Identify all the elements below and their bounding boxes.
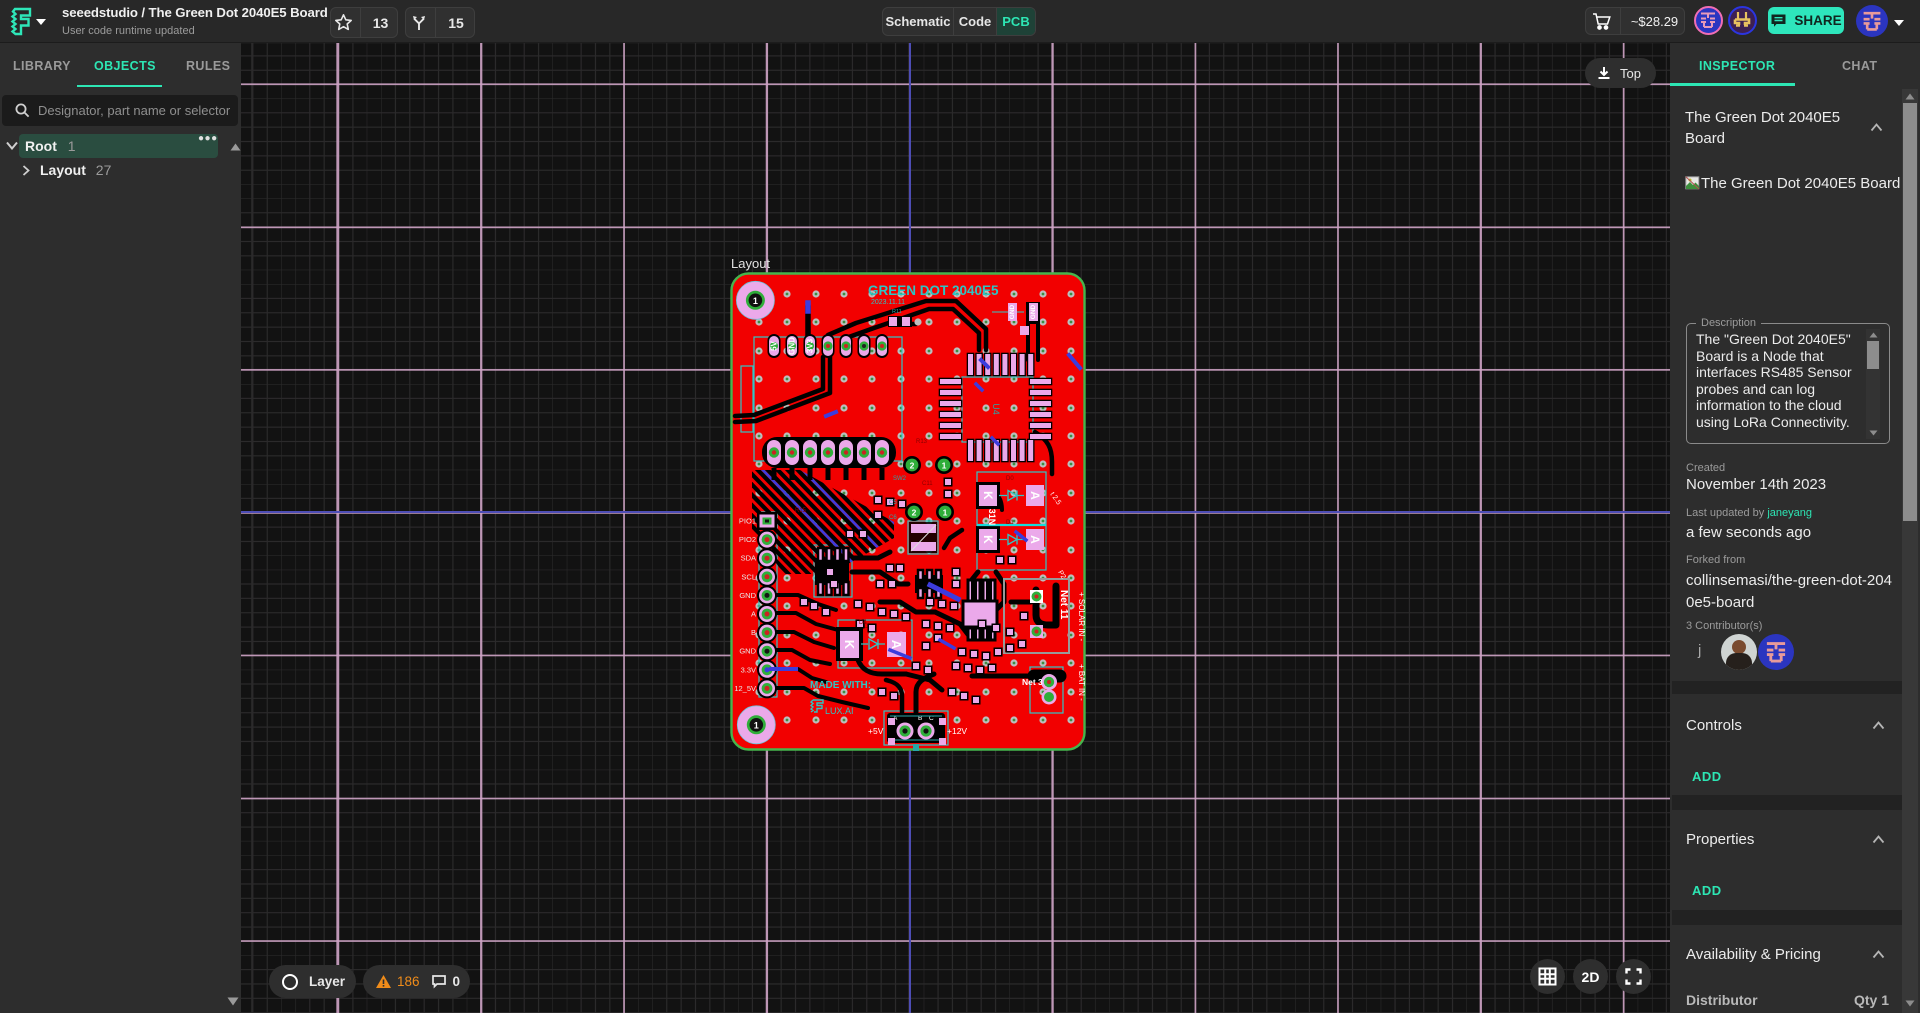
svg-text:+ SOLAR IN -: + SOLAR IN - [1077, 592, 1086, 641]
svg-text:D4: D4 [859, 620, 867, 626]
svg-text:SW2: SW2 [893, 476, 907, 482]
svg-text:Net 3: Net 3 [1022, 677, 1043, 687]
svg-text:R15: R15 [795, 508, 807, 514]
svg-text:GREEN DOT 2040E5: GREEN DOT 2040E5 [868, 283, 999, 298]
svg-text:K: K [981, 535, 995, 544]
svg-text:GND: GND [739, 591, 756, 600]
svg-text:PIO1: PIO1 [739, 517, 756, 526]
svg-text:R13: R13 [916, 439, 928, 445]
svg-text:1: 1 [943, 508, 948, 518]
svg-text:1: 1 [754, 720, 759, 730]
svg-text:SDA: SDA [741, 554, 756, 563]
svg-text:D0: D0 [1006, 476, 1014, 482]
svg-text:C11: C11 [922, 481, 933, 487]
svg-text:SCL: SCL [741, 572, 756, 581]
svg-text:C6: C6 [889, 515, 897, 521]
svg-text:2023.11.11: 2023.11.11 [871, 299, 905, 306]
svg-text:2: 2 [912, 508, 917, 518]
svg-text:K: K [842, 640, 857, 650]
svg-text:3.3V: 3.3V [741, 665, 756, 674]
svg-text:A: A [751, 610, 756, 619]
svg-text:+5V: +5V [868, 726, 884, 736]
svg-text:B: B [751, 628, 756, 637]
svg-text:5V: 5V [770, 340, 779, 350]
svg-text:D1: D1 [1006, 520, 1014, 526]
svg-text:K: K [981, 491, 995, 500]
svg-text:1: 1 [942, 461, 947, 471]
svg-text:GND: GND [739, 647, 756, 656]
svg-text:GND: GND [1009, 304, 1016, 319]
svg-text:3V3: 3V3 [806, 338, 815, 353]
svg-text:A: A [1028, 491, 1042, 500]
svg-text:PIO2: PIO2 [739, 535, 756, 544]
svg-text:MADE WITH:: MADE WITH: [810, 680, 871, 691]
svg-text:GND: GND [1030, 304, 1037, 319]
svg-text:31N: 31N [987, 509, 997, 526]
svg-text:R11: R11 [892, 309, 902, 315]
svg-text:+12V: +12V [947, 726, 967, 736]
svg-text:+ BAT IN -: + BAT IN - [1077, 664, 1086, 701]
svg-text:A: A [1028, 535, 1042, 544]
svg-text:12_5V: 12_5V [734, 684, 756, 693]
svg-text:GND: GND [788, 337, 797, 355]
svg-text:1: 1 [753, 296, 758, 306]
svg-text:U4: U4 [991, 403, 1001, 415]
svg-text:Net 11: Net 11 [1058, 590, 1069, 620]
svg-text:LUX.AI: LUX.AI [825, 706, 854, 716]
svg-text:C5: C5 [889, 500, 897, 506]
svg-text:2: 2 [910, 461, 915, 471]
svg-text:A: A [889, 640, 904, 650]
